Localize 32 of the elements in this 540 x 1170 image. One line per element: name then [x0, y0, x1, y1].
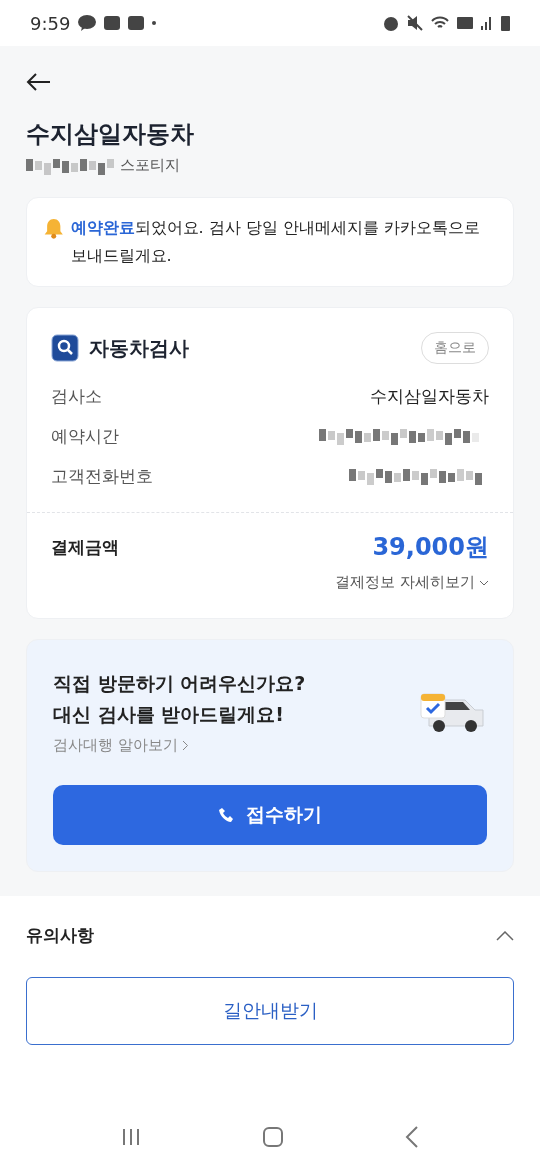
mute-icon — [407, 15, 423, 31]
chevron-down-icon — [479, 579, 489, 586]
row-value: 수지삼일자동차 — [370, 384, 489, 408]
recent-apps-icon[interactable] — [120, 1128, 141, 1146]
row-label: 검사소 — [51, 384, 102, 408]
battery-icon — [501, 15, 510, 31]
row-label: 예약시간 — [51, 424, 119, 448]
apply-button[interactable]: 접수하기 — [53, 785, 487, 845]
wifi-icon — [431, 16, 449, 30]
chat-bubble-icon — [78, 15, 97, 31]
proxy-link[interactable]: 검사대행 알아보기 — [53, 736, 419, 755]
search-icon — [51, 334, 79, 362]
page-title: 수지삼일자동차 — [26, 119, 195, 150]
proxy-headline: 직접 방문하기 어려우신가요? — [53, 671, 307, 696]
home-icon[interactable] — [262, 1126, 284, 1148]
payment-amount: 39,000원 — [372, 532, 489, 563]
back-icon[interactable] — [405, 1126, 420, 1148]
phone-icon — [218, 806, 236, 824]
dot-icon — [152, 21, 157, 25]
chevron-right-icon — [181, 740, 189, 751]
directions-button[interactable]: 길안내받기 — [26, 977, 514, 1045]
notice-text: 예약완료되었어요. 검사 당일 안내메세지를 카카오톡으로 보내드릴게요. — [70, 217, 481, 267]
card-title: 자동차검사 — [89, 334, 190, 362]
home-button[interactable]: 홈으로 — [421, 332, 489, 364]
car-model: 스포티지 — [120, 156, 180, 175]
notes-accordion-header[interactable]: 유의사항 — [26, 896, 514, 947]
status-time: 9:59 — [30, 12, 71, 34]
payment-label: 결제금액 — [51, 535, 119, 559]
proxy-headline: 대신 검사를 받아드릴게요! — [53, 702, 285, 727]
signal-icon — [481, 16, 493, 30]
payment-details-link[interactable]: 결제정보 자세히보기 — [335, 573, 489, 592]
row-label: 고객전화번호 — [51, 464, 153, 488]
